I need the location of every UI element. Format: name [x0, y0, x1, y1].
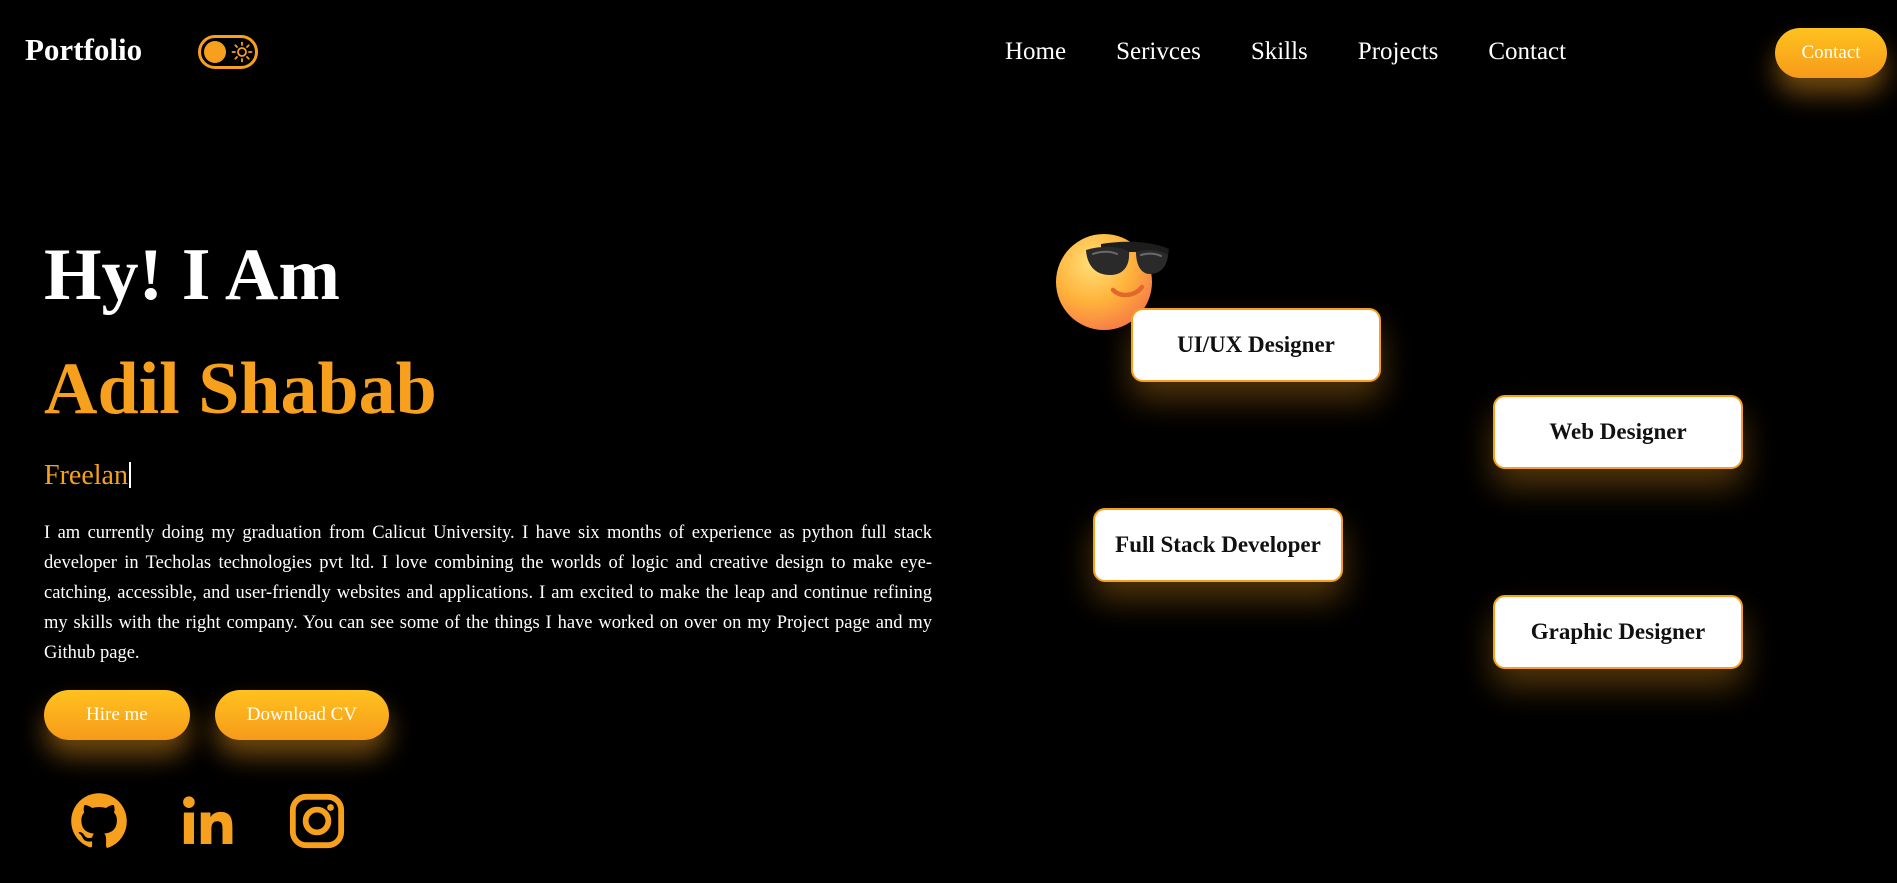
social-links — [70, 792, 397, 850]
nav-link-home[interactable]: Home — [1005, 38, 1066, 66]
skill-card-graphic: Graphic Designer — [1493, 595, 1743, 669]
theme-toggle[interactable] — [198, 35, 258, 69]
skill-card-uiux: UI/UX Designer — [1131, 308, 1381, 382]
hero-name: Adil Shabab — [44, 348, 437, 430]
github-icon[interactable] — [70, 792, 128, 850]
logo[interactable]: Portfolio — [25, 32, 142, 68]
skill-card-web: Web Designer — [1493, 395, 1743, 469]
cta-row: Hire me Download CV — [44, 690, 932, 740]
nav-link-services[interactable]: Serivces — [1116, 38, 1201, 66]
contact-button[interactable]: Contact — [1775, 28, 1887, 78]
hero-bio: I am currently doing my graduation from … — [44, 523, 932, 663]
hire-me-button[interactable]: Hire me — [44, 690, 190, 740]
download-cv-button[interactable]: Download CV — [214, 690, 390, 740]
typing-label: Freelan — [44, 460, 128, 491]
toggle-knob — [204, 41, 226, 63]
nav-links: Home Serivces Skills Projects Contact — [1005, 38, 1616, 66]
typing-cursor — [128, 462, 131, 488]
navbar: Portfolio Home Serivces Skills Projects … — [0, 0, 1897, 106]
nav-link-projects[interactable]: Projects — [1358, 38, 1439, 66]
typing-text: Freelan — [44, 460, 932, 494]
linkedin-icon[interactable] — [179, 792, 237, 850]
hero-greeting: Hy! I Am — [44, 234, 340, 316]
instagram-icon[interactable] — [288, 792, 346, 850]
sun-icon — [231, 41, 253, 63]
nav-link-contact[interactable]: Contact — [1488, 38, 1566, 66]
hero-section: Hy! I Am Adil Shabab Freelan I am curren… — [44, 230, 932, 740]
skill-card-fullstack: Full Stack Developer — [1093, 508, 1343, 582]
nav-link-skills[interactable]: Skills — [1251, 38, 1308, 66]
